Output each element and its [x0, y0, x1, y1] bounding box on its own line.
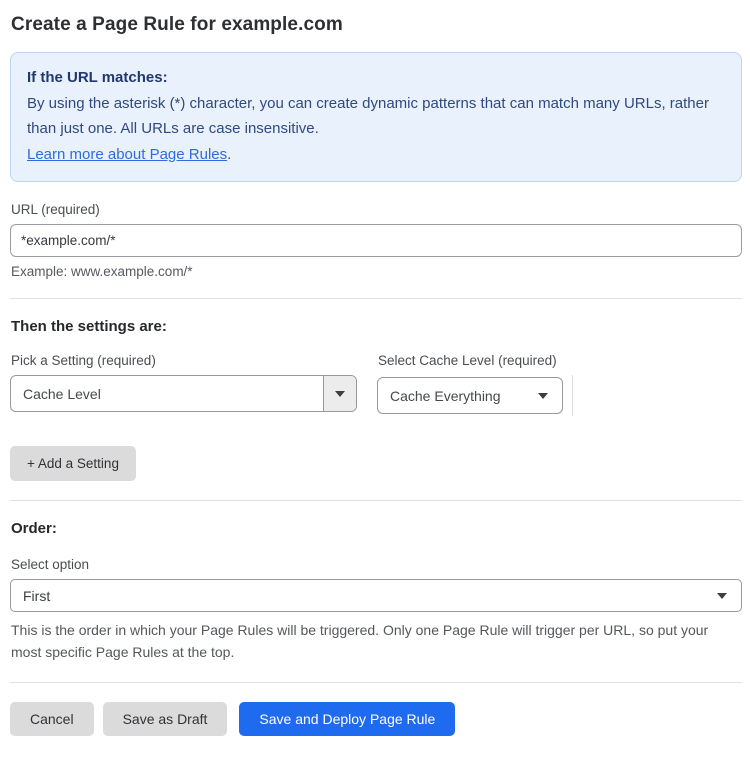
url-input[interactable]	[10, 224, 742, 257]
order-select-label: Select option	[11, 557, 90, 572]
chevron-down-icon	[717, 592, 727, 599]
save-as-draft-button[interactable]: Save as Draft	[102, 702, 228, 737]
settings-row: Pick a Setting (required) Cache Level Se…	[10, 353, 742, 416]
chevron-down-icon	[538, 392, 548, 399]
chevron-down-icon	[335, 390, 345, 397]
info-box-heading: If the URL matches:	[27, 69, 168, 86]
learn-more-link[interactable]: Learn more about Page Rules	[27, 146, 227, 163]
section-divider	[10, 682, 742, 684]
cache-level-select[interactable]: Cache Everything	[377, 377, 563, 414]
url-field-label: URL (required)	[11, 202, 100, 217]
cache-level-select-wrap: Cache Everything	[377, 375, 573, 416]
cache-level-select-label: Select Cache Level (required)	[378, 353, 557, 368]
section-divider	[10, 298, 742, 299]
order-select[interactable]: First	[10, 579, 742, 612]
footer-actions: Cancel Save as Draft Save and Deploy Pag…	[10, 702, 742, 737]
info-box-link-line: Learn more about Page Rules.	[27, 142, 725, 168]
setting-select-label: Pick a Setting (required)	[11, 353, 156, 368]
save-and-deploy-button[interactable]: Save and Deploy Page Rule	[239, 702, 456, 737]
setting-select-value: Cache Level	[23, 385, 101, 402]
order-select-value: First	[23, 587, 51, 604]
cache-level-select-value: Cache Everything	[390, 387, 501, 404]
setting-select-arrow-button[interactable]	[323, 376, 356, 411]
page-title: Create a Page Rule for example.com	[11, 14, 343, 35]
setting-select[interactable]: Cache Level	[10, 375, 357, 412]
order-help-text: This is the order in which your Page Rul…	[11, 622, 709, 660]
settings-heading: Then the settings are:	[11, 318, 167, 335]
setting-field: Pick a Setting (required) Cache Level	[10, 353, 357, 416]
url-matches-info-box: If the URL matches: By using the asteris…	[10, 52, 742, 182]
setting-vertical-divider	[572, 375, 573, 416]
cancel-button[interactable]: Cancel	[10, 702, 94, 737]
order-arrow-wrap	[709, 580, 741, 611]
order-heading: Order:	[11, 520, 57, 537]
url-example-text: Example: www.example.com/*	[11, 264, 193, 279]
cache-level-arrow-wrap	[530, 378, 562, 413]
add-setting-button[interactable]: + Add a Setting	[10, 446, 136, 481]
link-period: .	[227, 145, 232, 163]
info-box-body: By using the asterisk (*) character, you…	[27, 94, 709, 138]
cache-level-field: Select Cache Level (required) Cache Ever…	[377, 353, 573, 416]
section-divider	[10, 500, 742, 501]
